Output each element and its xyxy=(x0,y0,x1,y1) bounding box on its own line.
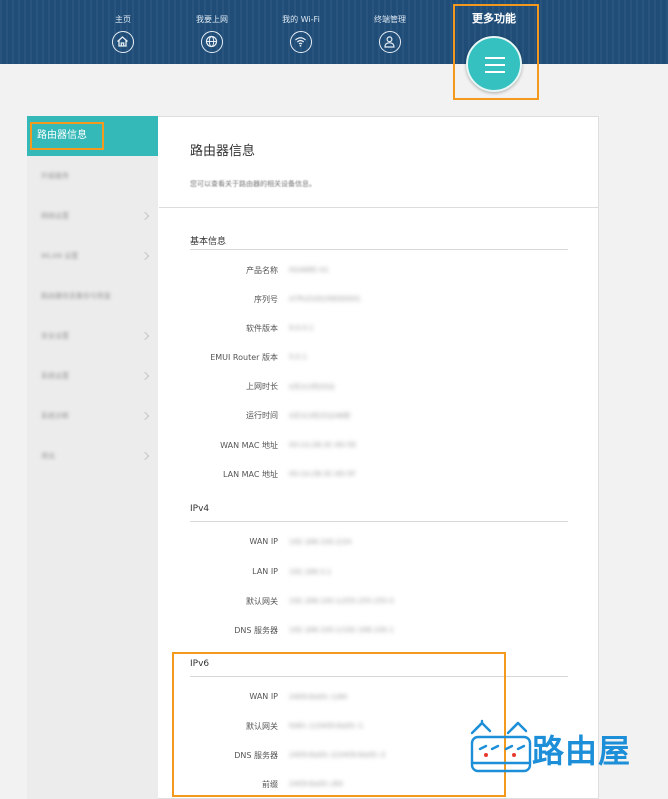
sidebar: 路由器信息 升级服务 网络设置 WLAN 设置 路由器信息备份与恢复 安全设置 … xyxy=(27,116,159,799)
label-software-version: 软件版本 xyxy=(246,324,278,333)
label-ipv4-gateway: 默认网关 xyxy=(246,597,278,606)
chevron-right-icon xyxy=(140,371,150,381)
value-wan-mac: 00:1A:2B:3C:4D:5E xyxy=(289,441,357,449)
label-serial-number: 序列号 xyxy=(254,295,278,304)
chevron-right-icon xyxy=(140,211,150,221)
nav-internet-label: 我要上网 xyxy=(196,15,228,24)
nav-wifi[interactable]: 我的 Wi-Fi xyxy=(261,14,341,53)
sidebar-item-router-info[interactable]: 路由器信息 xyxy=(27,116,158,156)
label-ipv4-wan-ip: WAN IP xyxy=(249,537,278,546)
value-online-duration: 0天3小时20分 xyxy=(289,383,335,391)
home-icon xyxy=(112,31,134,53)
nav-devices[interactable]: 终端管理 xyxy=(350,14,430,53)
more-features-label: 更多功能 xyxy=(472,12,516,25)
label-uptime: 运行时间 xyxy=(246,411,278,420)
nav-wifi-label: 我的 Wi-Fi xyxy=(282,15,320,24)
sidebar-item-wlan[interactable]: WLAN 设置 xyxy=(41,251,78,261)
section-title-ipv4: IPv4 xyxy=(190,504,210,514)
value-ipv4-gateway: 192.168.100.1/255.255.255.0 xyxy=(289,597,394,605)
user-icon xyxy=(379,31,401,53)
value-emui-version: 5.0.1 xyxy=(289,353,307,361)
label-product-name: 产品名称 xyxy=(246,266,278,275)
sidebar-item-exit[interactable]: 退出 xyxy=(41,451,55,461)
value-ipv4-dns: 192.168.100.1/192.168.100.1 xyxy=(289,626,394,634)
value-serial-number: A7PLD18109000001 xyxy=(289,295,361,303)
globe-icon xyxy=(201,31,223,53)
sidebar-item-security[interactable]: 安全设置 xyxy=(41,331,69,341)
chevron-right-icon xyxy=(140,331,150,341)
label-ipv4-lan-ip: LAN IP xyxy=(252,567,278,576)
label-wan-mac: WAN MAC 地址 xyxy=(220,441,278,450)
value-ipv6-prefix: 2409:8a00::/64 xyxy=(289,780,343,788)
wifi-icon xyxy=(290,31,312,53)
sidebar-item-network[interactable]: 网络设置 xyxy=(41,211,69,221)
value-software-version: 9.0.0.1 xyxy=(289,324,314,332)
page-description: 您可以查看关于路由器的相关设备信息。 xyxy=(190,180,316,188)
label-ipv6-prefix: 前缀 xyxy=(262,780,278,789)
section-title-ipv6: IPv6 xyxy=(190,659,210,669)
page-title: 路由器信息 xyxy=(190,144,256,159)
value-uptime: 0天3小时25分46秒 xyxy=(289,412,351,420)
menu-icon xyxy=(485,57,505,59)
chevron-right-icon xyxy=(140,411,150,421)
nav-internet[interactable]: 我要上网 xyxy=(172,14,252,53)
value-ipv4-wan-ip: 192.168.100.2/24 xyxy=(289,538,352,546)
value-ipv6-wan-ip: 2409:8a00::1/64 xyxy=(289,693,348,701)
section-divider xyxy=(190,676,568,677)
more-features-button[interactable] xyxy=(466,36,522,92)
value-ipv6-dns: 2409:8a00::2/2409:8a00::3 xyxy=(289,751,386,759)
label-online-duration: 上网时长 xyxy=(246,382,278,391)
value-lan-mac: 00:1A:2B:3C:4D:5F xyxy=(289,470,356,478)
menu-icon-line xyxy=(485,64,505,66)
label-ipv6-dns: DNS 服务器 xyxy=(234,751,278,760)
sidebar-item-upgrade[interactable]: 升级服务 xyxy=(41,171,69,181)
section-divider xyxy=(190,521,568,522)
section-title-basic: 基本信息 xyxy=(190,237,227,247)
chevron-right-icon xyxy=(140,451,150,461)
section-divider xyxy=(190,249,568,250)
label-emui-version: EMUI Router 版本 xyxy=(210,353,278,362)
sidebar-item-system[interactable]: 系统设置 xyxy=(41,371,69,381)
value-ipv6-gateway: fe80::1/2409:8a00::1 xyxy=(289,722,364,730)
menu-icon-line xyxy=(485,71,505,73)
sidebar-item-backup[interactable]: 路由器信息备份与恢复 xyxy=(41,291,111,301)
label-ipv6-gateway: 默认网关 xyxy=(246,722,278,731)
value-product-name: HUAWEI A1 xyxy=(289,266,329,274)
sidebar-item-diagnosis[interactable]: 系统诊断 xyxy=(41,411,69,421)
nav-home-label: 主页 xyxy=(115,15,131,24)
value-ipv4-lan-ip: 192.168.3.1 xyxy=(289,568,332,576)
nav-devices-label: 终端管理 xyxy=(374,15,406,24)
label-lan-mac: LAN MAC 地址 xyxy=(222,470,278,479)
label-ipv6-wan-ip: WAN IP xyxy=(249,692,278,701)
logo-text: 路由屋 xyxy=(532,732,632,770)
nav-home[interactable]: 主页 xyxy=(83,14,163,53)
chevron-right-icon xyxy=(140,251,150,261)
label-ipv4-dns: DNS 服务器 xyxy=(234,626,278,635)
header-divider xyxy=(159,207,598,208)
